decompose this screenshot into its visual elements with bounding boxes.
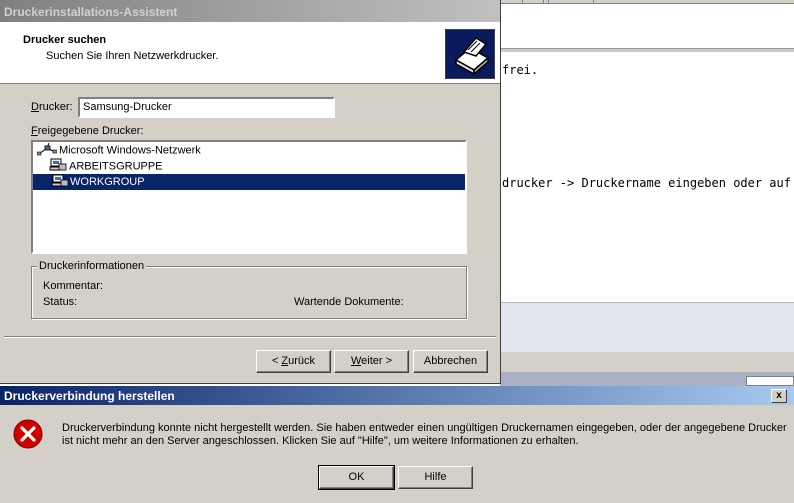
tree-item-workgroup-selected[interactable]: WORKGROUP — [33, 174, 465, 190]
background-header-band — [500, 4, 794, 48]
printer-wizard-icon — [445, 29, 495, 79]
error-dialog-title: Druckerverbindung herstellen — [4, 389, 175, 403]
workgroup-icon — [33, 174, 69, 191]
wizard-title-bar[interactable]: Druckerinstallations-Assistent — [0, 0, 500, 22]
status-label: Status: — [43, 296, 78, 308]
cancel-button[interactable]: Abbrechen — [413, 350, 488, 373]
error-message: Druckerverbindung konnte nicht hergestel… — [62, 422, 787, 447]
error-dialog-title-bar[interactable]: Druckerverbindung herstellen — [0, 386, 794, 405]
printer-label: Drucker: — [31, 101, 73, 113]
background-content-area: frei. drucker -> Druckername eingeben od… — [500, 52, 794, 302]
background-panel — [500, 302, 794, 352]
printer-name-input[interactable]: Samsung-Drucker — [78, 97, 335, 118]
background-field[interactable] — [746, 376, 794, 386]
background-text-line: frei. — [502, 63, 539, 77]
background-panel — [500, 352, 794, 372]
back-button[interactable]: < Zurück — [256, 350, 331, 373]
shared-printers-label: Freigegebene Drucker: — [31, 125, 144, 137]
help-button[interactable]: Hilfe — [398, 466, 473, 489]
next-button[interactable]: Weiter > — [334, 350, 409, 373]
close-icon[interactable]: x — [771, 389, 787, 403]
network-icon — [36, 142, 59, 159]
background-text-line: drucker -> Druckername eingeben oder auf… — [502, 176, 794, 190]
error-icon — [12, 418, 44, 450]
printer-info-title: Druckerinformationen — [37, 260, 147, 272]
wizard-title: Druckerinstallations-Assistent — [4, 5, 178, 19]
tree-item-network[interactable]: Microsoft Windows-Netzwerk — [36, 142, 201, 159]
comment-label: Kommentar: — [43, 280, 103, 292]
ok-button[interactable]: OK — [318, 465, 395, 490]
tree-item-workgroup[interactable]: ARBEITSGRUPPE — [49, 158, 167, 174]
printer-name-value: Samsung-Drucker — [83, 101, 172, 113]
waiting-documents-label: Wartende Dokumente: — [294, 296, 404, 308]
wizard-separator — [4, 336, 496, 338]
workgroup-icon — [49, 158, 69, 175]
header-subtitle: Suchen Sie Ihren Netzwerkdrucker. — [46, 50, 219, 62]
shared-printers-tree[interactable]: Microsoft Windows-Netzwerk ARBEITSGRUPPE… — [31, 140, 467, 254]
header-title: Drucker suchen — [23, 34, 107, 46]
printer-info-group — [31, 266, 467, 319]
